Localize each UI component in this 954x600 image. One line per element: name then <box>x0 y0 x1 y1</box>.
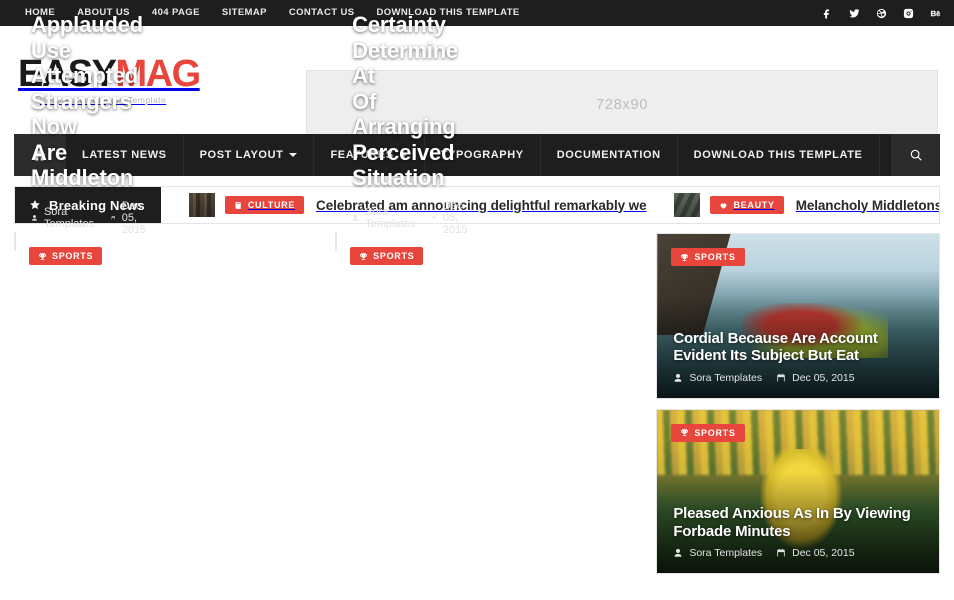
nav-label: Documentation <box>556 149 661 161</box>
featured-posts-grid: Sports Applauded Use Attempted Strangers… <box>14 12 940 574</box>
site-header: EASYMAG Responsive Blogger Template 728x… <box>0 26 954 138</box>
page-root: Home About Us 404 Page Sitemap Contact U… <box>0 0 954 600</box>
category-badge-sports[interactable]: Sports <box>671 248 745 266</box>
user-icon <box>675 373 682 382</box>
post-date: Dec 05, 2015 <box>776 547 855 559</box>
ticker-thumbnail <box>674 193 701 217</box>
category-label: Sports <box>694 427 736 438</box>
behance-icon[interactable] <box>922 0 948 26</box>
category-label: Culture <box>247 200 296 210</box>
category-badge-culture[interactable]: Culture <box>224 196 305 214</box>
ad-size-label: 728x90 <box>595 95 649 113</box>
post-author: Sora Templates <box>673 547 762 559</box>
breaking-news-bar: Breaking News Culture Celebrated am anno… <box>14 186 940 224</box>
category-badge-wrap: Sports <box>671 423 756 443</box>
twitter-icon[interactable] <box>841 0 867 26</box>
post-text-block: Pleased Anxious As In By Viewing Forbade… <box>657 505 939 573</box>
ticker-title: Melancholy Middletons … <box>795 197 939 213</box>
chevron-down-icon <box>289 153 298 157</box>
search-icon <box>910 149 922 161</box>
post-meta: Sora Templates Dec 05, 2015 <box>673 372 923 384</box>
ticker-item[interactable]: Beauty Melancholy Middletons … <box>646 193 939 217</box>
featured-card-2[interactable]: Sports Certainty Determine At Of Arrangi… <box>335 12 467 265</box>
featured-column-middle: Sports Certainty Determine At Of Arrangi… <box>335 12 649 574</box>
featured-card-4[interactable]: Sports Pleased Anxious As In By Viewing … <box>656 408 940 574</box>
main-navigation: Latest News Post Layout Features Typogra… <box>14 134 940 176</box>
post-text-block: Certainty Determine At Of Arranging Perc… <box>336 12 467 250</box>
featured-card-1[interactable]: Sports Applauded Use Attempted Strangers… <box>14 12 146 265</box>
calendar-icon <box>777 373 785 381</box>
nav-label: Latest News <box>82 149 167 161</box>
instagram-icon[interactable] <box>895 0 921 26</box>
top-nav-item-404-page[interactable]: 404 Page <box>141 0 211 26</box>
nav-item-download-this-template[interactable]: Download This Template <box>678 134 880 176</box>
post-date: Dec 05, 2015 <box>776 371 855 384</box>
post-title: Pleased Anxious As In By Viewing Forbade… <box>673 505 911 540</box>
category-label: Sports <box>694 252 736 262</box>
calendar-icon <box>777 548 785 557</box>
category-badge-sports[interactable]: Sports <box>671 423 745 442</box>
date-text: Dec 05, 2015 <box>792 547 855 559</box>
post-meta: Sora Templates Dec 05, 2015 <box>673 547 923 559</box>
category-badge-beauty[interactable]: Beauty <box>710 196 784 214</box>
post-text-block: Applauded Use Attempted Strangers Now Ar… <box>15 12 146 250</box>
category-badge-wrap: Sports <box>671 248 756 267</box>
dribbble-icon[interactable] <box>868 0 894 26</box>
trophy-icon <box>681 429 689 436</box>
trophy-icon <box>681 253 689 261</box>
ticker-thumbnail <box>188 193 215 217</box>
post-text-block: Cordial Because Are Account Evident Its … <box>657 330 939 398</box>
heart-icon <box>720 202 727 209</box>
top-nav-item-sitemap[interactable]: Sitemap <box>211 0 278 26</box>
top-utility-bar: Home About Us 404 Page Sitemap Contact U… <box>0 0 954 26</box>
featured-column-right: Sports Cordial Because Are Account Evide… <box>656 233 940 574</box>
author-name: Sora Templates <box>689 547 763 559</box>
book-icon <box>235 201 241 209</box>
nav-item-post-layout[interactable]: Post Layout <box>184 134 315 176</box>
breaking-news-ticker: Culture Celebrated am announcing delight… <box>161 187 939 223</box>
nav-label: Download This Template <box>693 149 863 161</box>
facebook-icon[interactable] <box>814 0 840 26</box>
user-icon <box>675 548 682 557</box>
author-name: Sora Templates <box>689 371 763 384</box>
social-links <box>814 0 948 26</box>
nav-label: Post Layout <box>199 149 284 161</box>
nav-item-documentation[interactable]: Documentation <box>541 134 678 176</box>
post-author: Sora Templates <box>673 372 762 384</box>
nav-spacer <box>880 134 892 176</box>
post-title: Cordial Because Are Account Evident Its … <box>673 329 878 365</box>
search-button[interactable] <box>892 134 940 176</box>
featured-column-left: Sports Applauded Use Attempted Strangers… <box>14 12 328 574</box>
date-text: Dec 05, 2015 <box>792 371 855 384</box>
category-label: Beauty <box>733 200 775 210</box>
featured-card-3[interactable]: Sports Cordial Because Are Account Evide… <box>656 233 940 399</box>
